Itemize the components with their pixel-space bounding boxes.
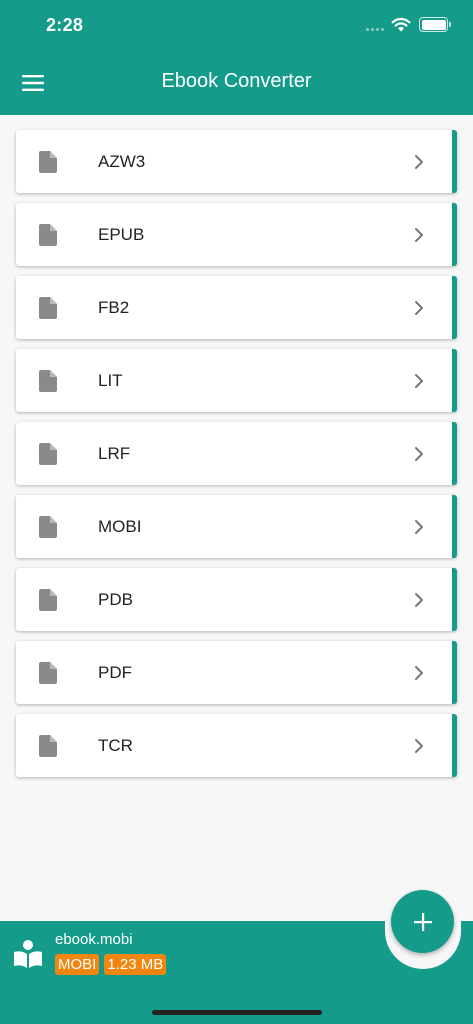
page-title: Ebook Converter (161, 70, 312, 92)
file-icon (39, 224, 57, 246)
app-header: 2:28 Ebook Converter (0, 0, 473, 115)
format-item-pdb[interactable]: PDB (16, 568, 457, 631)
format-label: FB2 (98, 298, 130, 317)
format-item-fb2[interactable]: FB2 (16, 276, 457, 339)
add-file-button[interactable] (391, 890, 454, 953)
format-item-lit[interactable]: LIT (16, 349, 457, 412)
file-icon (39, 516, 57, 538)
format-label: PDB (98, 590, 133, 609)
format-label: EPUB (98, 225, 145, 244)
book-reader-icon (14, 940, 42, 968)
chevron-right-icon (415, 447, 423, 461)
format-badge: MOBI (55, 954, 100, 975)
format-item-azw3[interactable]: AZW3 (16, 130, 457, 193)
chevron-right-icon (415, 520, 423, 534)
battery-icon (419, 17, 451, 32)
format-label: LIT (98, 371, 123, 390)
format-label: PDF (98, 663, 132, 682)
current-file-name: ebook.mobi (55, 931, 133, 948)
chevron-right-icon (415, 666, 423, 680)
status-time: 2:28 (46, 15, 84, 35)
format-label: LRF (98, 444, 131, 463)
file-badges: MOBI 1.23 MB (55, 954, 167, 975)
file-icon (39, 662, 57, 684)
plus-icon (413, 912, 432, 931)
file-icon (39, 151, 57, 173)
format-label: AZW3 (98, 152, 146, 171)
home-indicator[interactable] (152, 1010, 322, 1015)
size-badge: 1.23 MB (104, 954, 167, 975)
format-item-epub[interactable]: EPUB (16, 203, 457, 266)
format-item-mobi[interactable]: MOBI (16, 495, 457, 558)
wifi-icon (391, 17, 411, 32)
format-item-tcr[interactable]: TCR (16, 714, 457, 777)
chevron-right-icon (415, 374, 423, 388)
format-list: AZW3 EPUB FB2 LIT LRF MOBI PDB PDF TCR (16, 130, 457, 787)
file-icon (39, 589, 57, 611)
file-icon (39, 443, 57, 465)
chevron-right-icon (415, 301, 423, 315)
file-icon (39, 735, 57, 757)
file-icon (39, 370, 57, 392)
format-item-pdf[interactable]: PDF (16, 641, 457, 704)
format-item-lrf[interactable]: LRF (16, 422, 457, 485)
chevron-right-icon (415, 228, 423, 242)
cellular-signal-icon (366, 28, 384, 31)
chevron-right-icon (415, 593, 423, 607)
chevron-right-icon (415, 739, 423, 753)
chevron-right-icon (415, 155, 423, 169)
file-icon (39, 297, 57, 319)
format-label: MOBI (98, 517, 142, 536)
format-label: TCR (98, 736, 133, 755)
